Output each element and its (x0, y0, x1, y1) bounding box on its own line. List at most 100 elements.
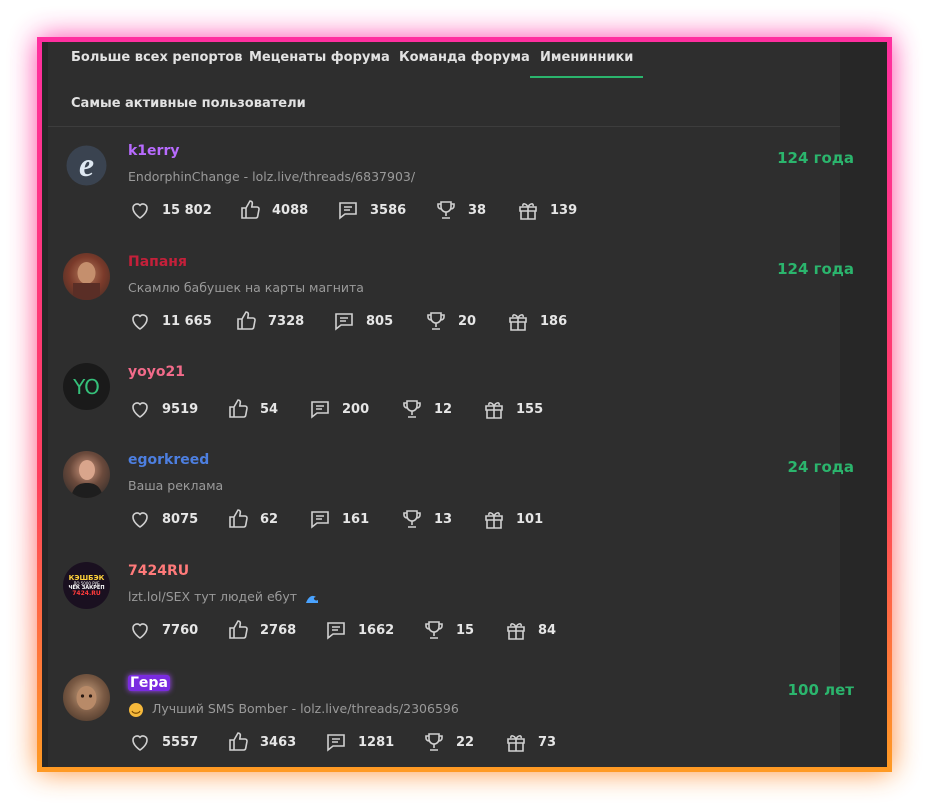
trophy-icon (437, 201, 455, 219)
messages-count: 161 (342, 511, 370, 527)
trophy-icon (403, 510, 421, 528)
tab-birthdays[interactable]: Именинники (529, 50, 644, 78)
heart-icon (132, 314, 148, 330)
reactions-count: 62 (260, 511, 279, 527)
comment-icon (327, 734, 345, 752)
tab-top-reporters[interactable]: Больше всех репортов (71, 50, 242, 65)
likes-count: 8075 (162, 511, 199, 527)
reactions-count: 7328 (268, 313, 305, 329)
age-label: 124 года (777, 260, 854, 278)
avatar[interactable] (63, 253, 110, 300)
user-stats: 5557 3463 1281 22 73 (128, 730, 568, 754)
tab-bar: Больше всех репортов Меценаты форума Ком… (48, 42, 840, 127)
likes-count: 7760 (162, 622, 199, 638)
username[interactable]: Гера (128, 675, 170, 691)
tab-most-active[interactable]: Самые активные пользователи (71, 96, 306, 111)
gifts-count: 155 (516, 401, 544, 417)
members-panel: Больше всех репортов Меценаты форума Ком… (42, 42, 887, 767)
user-status-row: Лучший SMS Bomber - lolz.live/threads/23… (128, 701, 459, 718)
emoji-icon (129, 702, 143, 717)
wave-icon (306, 595, 319, 603)
gifts-count: 139 (550, 202, 578, 218)
members-list-container: Больше всех репортов Меценаты форума Ком… (48, 42, 854, 767)
heart-icon (132, 735, 148, 751)
user-stats: 11 665 7328 805 20 186 (128, 309, 579, 333)
age-label: 100 лет (787, 681, 854, 699)
trophies-count: 15 (456, 622, 475, 638)
comment-icon (311, 511, 329, 529)
user-stats: 9519 54 200 12 155 (128, 397, 555, 421)
gift-icon (485, 512, 503, 529)
user-stats: 7760 2768 1662 15 84 (128, 618, 568, 642)
avatar[interactable]: e (63, 142, 110, 189)
gift-icon (519, 203, 537, 220)
trophy-icon (403, 400, 421, 418)
user-status-row: lzt.lol/SEX тут людей ебут (128, 589, 319, 604)
thumbs-up-icon (229, 732, 248, 751)
svg-text:e: e (79, 147, 94, 184)
username[interactable]: k1erry (128, 143, 179, 159)
heart-icon (132, 402, 148, 418)
trophy-icon (427, 312, 445, 330)
username[interactable]: yoyo21 (128, 364, 185, 380)
gift-icon (507, 623, 525, 640)
username[interactable]: egorkreed (128, 452, 209, 468)
trophy-icon (425, 733, 443, 751)
tab-forum-patrons[interactable]: Меценаты форума (249, 50, 390, 65)
user-status: Ваша реклама (128, 478, 224, 493)
heart-icon (132, 623, 148, 639)
user-stats: 8075 62 161 13 101 (128, 507, 555, 531)
messages-count: 1662 (358, 622, 395, 638)
avatar-initials: YO (73, 374, 100, 399)
trophies-count: 13 (434, 511, 453, 527)
comment-icon (327, 622, 345, 640)
comment-icon (311, 401, 329, 419)
gifts-count: 101 (516, 511, 544, 527)
reactions-count: 2768 (260, 622, 297, 638)
trophies-count: 22 (456, 734, 475, 750)
trophy-icon (425, 621, 443, 639)
avatar[interactable]: YO (63, 363, 110, 410)
likes-count: 15 802 (162, 202, 212, 218)
username[interactable]: Папаня (128, 254, 187, 270)
age-label: 24 года (787, 458, 854, 476)
gifts-count: 84 (538, 622, 557, 638)
messages-count: 200 (342, 401, 370, 417)
user-status: lzt.lol/SEX тут людей ебут (128, 589, 298, 604)
heart-icon (132, 203, 148, 219)
comment-icon (335, 313, 353, 331)
trophies-count: 20 (458, 313, 477, 329)
gift-icon (485, 402, 503, 419)
thumbs-up-icon (229, 509, 248, 528)
trophies-count: 12 (434, 401, 453, 417)
thumbs-up-icon (237, 311, 256, 330)
messages-count: 3586 (370, 202, 407, 218)
heart-icon (132, 512, 148, 528)
comment-icon (339, 202, 357, 220)
thumbs-up-icon (229, 620, 248, 639)
avatar[interactable] (63, 451, 110, 498)
messages-count: 1281 (358, 734, 395, 750)
avatar[interactable]: КЭШБЭК ДО 5000 РУБ ЧЕК ЗАКРЕП 7424.RU (63, 562, 110, 609)
messages-count: 805 (366, 313, 394, 329)
user-stats: 15 802 4088 3586 38 139 (128, 198, 589, 222)
gifts-count: 186 (540, 313, 568, 329)
likes-count: 5557 (162, 734, 199, 750)
user-status: EndorphinChange - lolz.live/threads/6837… (128, 169, 416, 184)
thumbs-up-icon (229, 399, 248, 418)
user-status: Лучший SMS Bomber - lolz.live/threads/23… (151, 701, 459, 716)
avatar-text-line: 7424.RU (72, 589, 101, 597)
gifts-count: 73 (538, 734, 557, 750)
likes-count: 11 665 (162, 313, 212, 329)
reactions-count: 54 (260, 401, 279, 417)
thumbs-up-icon (241, 200, 260, 219)
tab-forum-team[interactable]: Команда форума (399, 50, 530, 65)
gift-icon (509, 314, 527, 331)
trophies-count: 38 (468, 202, 487, 218)
username[interactable]: 7424RU (128, 563, 189, 579)
gift-icon (507, 735, 525, 752)
reactions-count: 4088 (272, 202, 309, 218)
user-status: Скамлю бабушек на карты магнита (128, 280, 364, 295)
reactions-count: 3463 (260, 734, 297, 750)
avatar[interactable] (63, 674, 110, 721)
